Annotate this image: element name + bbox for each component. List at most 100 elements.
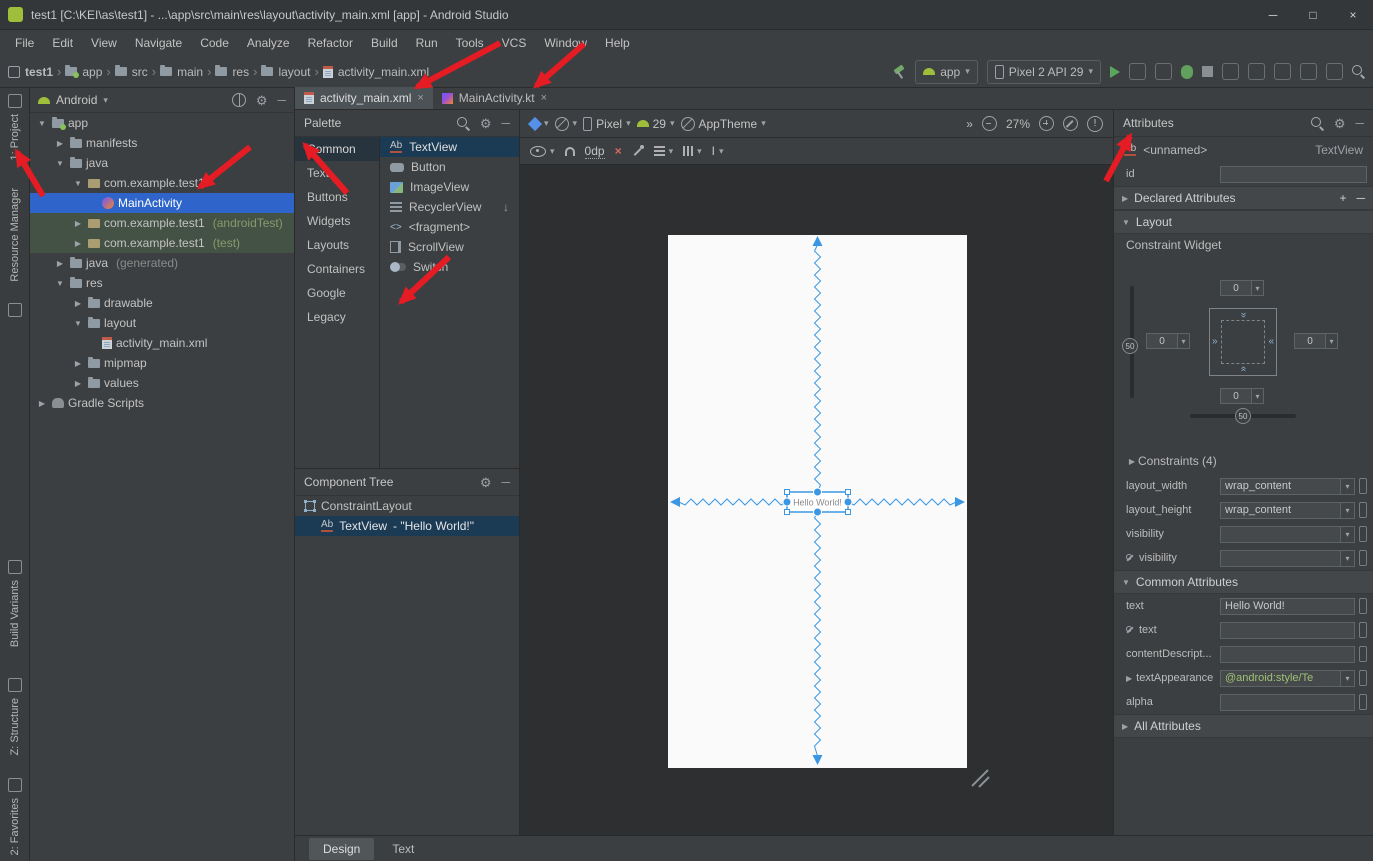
device-selector[interactable]: Pixel▾ — [583, 117, 631, 131]
menu-run[interactable]: Run — [407, 33, 447, 53]
add-attribute-button[interactable]: + — [1339, 191, 1346, 205]
menu-analyze[interactable]: Analyze — [238, 33, 299, 53]
expand-icon[interactable]: ▶ — [72, 379, 84, 388]
close-tab-icon[interactable]: × — [541, 92, 547, 104]
run-button[interactable] — [1110, 66, 1120, 78]
text-appearance-select[interactable]: @android:style/Te▾ — [1220, 670, 1355, 687]
gear-icon[interactable]: ⚙ — [480, 476, 492, 489]
text-mode-tab[interactable]: Text — [378, 838, 428, 860]
menu-window[interactable]: Window — [535, 33, 596, 53]
margin-bottom-select[interactable]: 0▾ — [1220, 388, 1264, 404]
clear-constraints-icon[interactable]: × — [615, 144, 622, 158]
expand-icon[interactable]: ▶ — [72, 359, 84, 368]
tool-window-resource-manager-button[interactable]: Resource Manager — [0, 188, 30, 282]
tree-item-res[interactable]: ▼ res — [30, 273, 294, 293]
constraint-anchor-left[interactable] — [783, 498, 791, 506]
expand-icon[interactable]: ▶ — [72, 219, 84, 228]
palette-item-imageview[interactable]: ImageView — [380, 177, 519, 197]
breadcrumb-main[interactable]: main — [160, 65, 203, 79]
breadcrumb-file[interactable]: activity_main.xml — [323, 65, 429, 79]
project-view-select[interactable]: Android — [56, 93, 97, 107]
zoom-to-fit-button[interactable] — [1063, 116, 1078, 131]
tab-activity-main-xml[interactable]: activity_main.xml × — [295, 87, 433, 109]
layout-width-select[interactable]: wrap_content▾ — [1220, 478, 1355, 495]
expand-icon[interactable]: ▼ — [72, 319, 84, 328]
wrap-anchor-top[interactable]: » — [1238, 312, 1248, 318]
margin-top-select[interactable]: 0▾ — [1220, 280, 1264, 296]
device-manager-icon[interactable] — [1222, 63, 1239, 80]
apply-changes-icon[interactable] — [1129, 63, 1146, 80]
tree-item-java[interactable]: ▼ java — [30, 153, 294, 173]
pick-resource-button[interactable] — [1359, 646, 1367, 662]
breadcrumb-project[interactable]: test1 — [8, 65, 53, 79]
palette-item-scrollview[interactable]: ScrollView — [380, 237, 519, 257]
wrap-anchor-bottom[interactable]: « — [1238, 366, 1248, 372]
palette-category-containers[interactable]: Containers — [295, 257, 379, 281]
design-canvas-surface[interactable]: Hello World! — [520, 165, 1113, 835]
search-icon[interactable] — [457, 117, 470, 130]
remove-attribute-button[interactable]: ─ — [1356, 191, 1365, 205]
tree-item-package-androidtest[interactable]: ▶ com.example.test1 (androidTest) — [30, 213, 294, 233]
gradle-sync-icon[interactable] — [1274, 63, 1291, 80]
margin-left-select[interactable]: 0▾ — [1146, 333, 1190, 349]
text-input[interactable]: Hello World! — [1220, 598, 1355, 615]
tree-item-activity-main-xml[interactable]: activity_main.xml — [30, 333, 294, 353]
tree-item-package[interactable]: ▼ com.example.test1 — [30, 173, 294, 193]
tree-item-layout[interactable]: ▼ layout — [30, 313, 294, 333]
id-input[interactable] — [1220, 166, 1367, 183]
default-margin-selector[interactable]: 0dp — [585, 144, 605, 159]
target-device-select[interactable]: Pixel 2 API 29▾ — [987, 60, 1101, 84]
constraint-anchor-top[interactable] — [814, 488, 822, 496]
pick-resource-button[interactable] — [1359, 598, 1367, 614]
tree-item-app[interactable]: ▼ app — [30, 113, 294, 133]
menu-help[interactable]: Help — [596, 33, 639, 53]
resize-handle[interactable] — [846, 510, 851, 515]
gear-icon[interactable]: ⚙ — [480, 117, 492, 130]
hide-panel-icon[interactable]: ─ — [1355, 116, 1364, 130]
all-attributes-section[interactable]: ▶ All Attributes — [1114, 714, 1373, 738]
resize-handle[interactable] — [785, 490, 790, 495]
search-everywhere-icon[interactable] — [1352, 65, 1365, 78]
menu-build[interactable]: Build — [362, 33, 407, 53]
expand-icon[interactable]: ▼ — [36, 119, 48, 128]
palette-item-switch[interactable]: Switch — [380, 257, 519, 277]
expand-icon[interactable]: ▶ — [54, 139, 66, 148]
autoconnect-magnet-icon[interactable] — [565, 147, 575, 156]
wrap-anchor-right[interactable]: « — [1268, 337, 1274, 347]
view-options-selector[interactable]: ▾ — [530, 146, 555, 157]
zoom-out-button[interactable] — [982, 116, 997, 131]
palette-item-textview[interactable]: Ab TextView — [380, 137, 519, 157]
visibility-select[interactable]: ▾ — [1220, 526, 1355, 543]
expand-icon[interactable]: ▶ — [54, 259, 66, 268]
tool-window-structure-button[interactable]: Z: Structure — [0, 678, 30, 755]
hide-panel-icon[interactable]: ─ — [277, 93, 286, 107]
menu-view[interactable]: View — [82, 33, 126, 53]
wrap-anchor-left[interactable]: » — [1212, 337, 1218, 347]
palette-item-fragment[interactable]: <> <fragment> — [380, 217, 519, 237]
profiler-icon[interactable] — [1155, 63, 1172, 80]
menu-refactor[interactable]: Refactor — [299, 33, 362, 53]
constraints-expander[interactable]: ▶ Constraints (4) — [1114, 448, 1373, 474]
pick-resource-button[interactable] — [1359, 670, 1367, 686]
debug-button[interactable] — [1181, 65, 1193, 79]
align-selector[interactable]: ▾ — [683, 146, 702, 157]
expand-icon[interactable]: ▶ — [36, 399, 48, 408]
textview-widget[interactable]: Hello World! — [783, 488, 852, 516]
menu-file[interactable]: File — [6, 33, 43, 53]
expand-icon[interactable]: ▼ — [54, 159, 66, 168]
resize-handle[interactable] — [785, 510, 790, 515]
select-opened-file-icon[interactable] — [232, 93, 246, 107]
design-mode-tab[interactable]: Design — [309, 838, 374, 860]
hide-panel-icon[interactable]: ─ — [501, 475, 510, 489]
expand-icon[interactable]: ▶ — [72, 239, 84, 248]
margin-right-select[interactable]: 0▾ — [1294, 333, 1338, 349]
palette-category-buttons[interactable]: Buttons — [295, 185, 379, 209]
close-tab-icon[interactable]: × — [417, 92, 423, 104]
pick-resource-button[interactable] — [1359, 502, 1367, 518]
breadcrumb-layout[interactable]: layout — [261, 65, 310, 79]
api-selector[interactable]: 29▾ — [637, 117, 675, 131]
search-icon[interactable] — [1311, 117, 1324, 130]
pick-resource-button[interactable] — [1359, 550, 1367, 566]
expand-icon[interactable]: ▶ — [1126, 674, 1132, 683]
avd-manager-icon[interactable] — [1300, 63, 1317, 80]
